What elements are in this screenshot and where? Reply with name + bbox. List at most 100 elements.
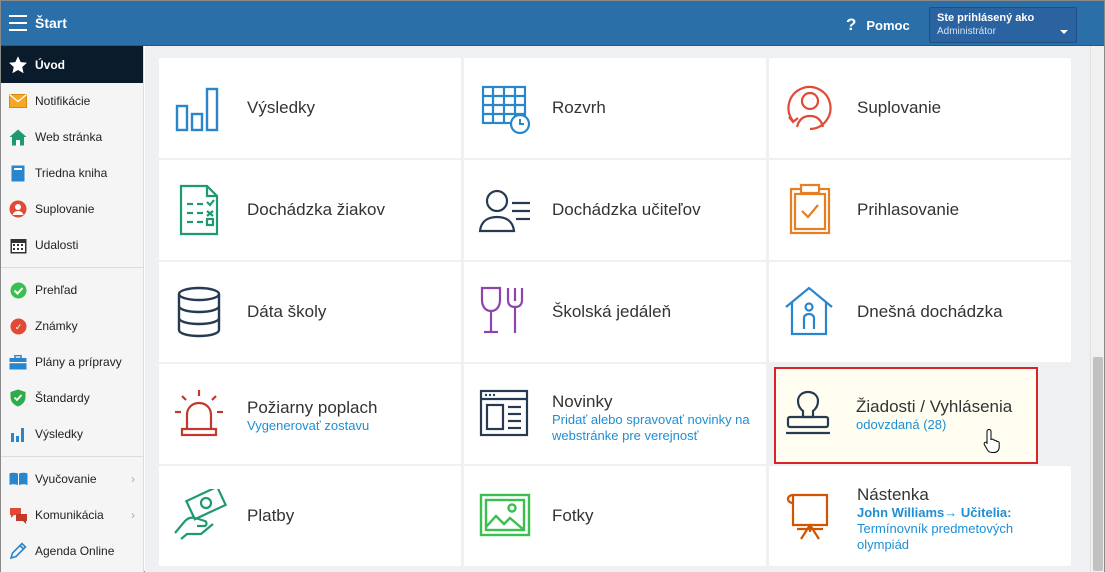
hand-money-icon: [174, 489, 227, 540]
tile-label: Požiarny poplach: [247, 398, 378, 417]
sidebar-item-label: Komunikácia: [35, 508, 104, 522]
question-mark-icon: ?: [846, 15, 857, 34]
post-title-link[interactable]: Termínovník predmetových olympiád: [857, 521, 1057, 553]
school-house-person-icon: [785, 286, 833, 336]
tile-label: Fotky: [552, 506, 594, 525]
manage-news-link[interactable]: Pridať alebo spravovať novinky na webstr…: [552, 412, 762, 444]
check-circle-icon: [8, 280, 28, 300]
hamburger-menu-icon[interactable]: [9, 15, 27, 31]
sidebar-item-label: Vyučovanie: [35, 472, 97, 486]
bar-chart-icon: [8, 424, 28, 444]
teacher-list-icon: [478, 189, 530, 233]
calendar-icon: [8, 235, 28, 255]
sidebar-item-label: Známky: [35, 319, 78, 333]
tile-novinky[interactable]: Novinky Pridať alebo spravovať novinky n…: [464, 364, 766, 464]
envelope-icon: [8, 91, 28, 111]
sidebar-item-udalosti[interactable]: Udalosti: [1, 227, 143, 263]
bar-chart-icon: [175, 87, 219, 132]
vertical-scrollbar[interactable]: [1090, 46, 1104, 572]
top-bar: Štart ? Pomoc Ste prihlásený ako Adminis…: [1, 1, 1104, 46]
tile-dochadzka-ziakov[interactable]: Dochádzka žiakov: [159, 160, 461, 260]
tile-skolska-jedalen[interactable]: Školská jedáleň: [464, 262, 766, 362]
sidebar-item-uvod[interactable]: Úvod: [1, 46, 143, 83]
help-link[interactable]: ? Pomoc: [846, 15, 910, 35]
tile-label: Prihlasovanie: [857, 200, 960, 219]
main-content: Výsledky Rozvrh Suplovanie Dochádzka žia…: [145, 46, 1090, 572]
alarm-siren-icon: [175, 390, 223, 437]
tile-label: Dochádzka žiakov: [247, 200, 385, 219]
glass-fork-icon: [480, 286, 524, 334]
sidebar-item-standardy[interactable]: Štandardy: [1, 380, 143, 416]
tile-label: Rozvrh: [552, 98, 606, 117]
sidebar-item-label: Plány a prípravy: [35, 355, 122, 369]
chevron-right-icon: ›: [131, 472, 135, 486]
tile-dochadzka-ucitelov[interactable]: Dochádzka učiteľov: [464, 160, 766, 260]
sidebar-item-komunikacia[interactable]: Komunikácia ›: [1, 497, 143, 533]
sidebar-item-label: Udalosti: [35, 238, 79, 252]
book-icon: [8, 163, 28, 183]
sidebar-item-label: Triedna kniha: [35, 166, 108, 180]
house-icon: [8, 127, 28, 147]
tile-label: Dáta školy: [247, 302, 327, 321]
tile-label: Školská jedáleň: [552, 302, 672, 321]
user-menu[interactable]: Ste prihlásený ako Administrátor: [929, 7, 1077, 43]
sidebar-item-vysledky[interactable]: Výsledky: [1, 416, 143, 452]
sidebar-item-label: Agenda Online: [35, 544, 115, 558]
svg-text:✓: ✓: [14, 323, 22, 333]
sidebar-item-triedna-kniha[interactable]: Triedna kniha: [1, 155, 143, 191]
timetable-icon: [481, 85, 531, 135]
sidebar-divider: [1, 267, 143, 268]
sidebar-item-label: Štandardy: [35, 391, 90, 405]
tile-dnesna-dochadzka[interactable]: Dnešná dochádzka: [769, 262, 1071, 362]
sidebar-item-label: Suplovanie: [35, 202, 95, 216]
app-title[interactable]: Štart: [35, 15, 67, 31]
tile-label: Suplovanie: [857, 98, 942, 117]
tile-label: Žiadosti / Vyhlásenia: [856, 397, 1013, 416]
database-icon: [177, 286, 221, 338]
tile-vysledky[interactable]: Výsledky: [159, 58, 461, 158]
tile-data-skoly[interactable]: Dáta školy: [159, 262, 461, 362]
tile-platby[interactable]: Platby: [159, 466, 461, 566]
scrollbar-thumb[interactable]: [1093, 357, 1103, 571]
open-book-icon: [8, 469, 28, 489]
sidebar-item-vyucovanie[interactable]: Vyučovanie ›: [1, 461, 143, 497]
tile-label: Nástenka: [857, 485, 929, 504]
tile-suplovanie[interactable]: Suplovanie: [769, 58, 1071, 158]
sidebar-item-agenda-online[interactable]: Agenda Online: [1, 533, 143, 569]
briefcase-icon: [8, 352, 28, 372]
user-label: Ste prihlásený ako: [937, 12, 1035, 24]
stamp-icon: [786, 390, 830, 435]
tile-label: Platby: [247, 506, 295, 525]
sidebar-item-prehlad[interactable]: Prehľad: [1, 272, 143, 308]
sidebar: Úvod Notifikácie Web stránka Triedna kni…: [1, 46, 144, 572]
tile-label: Novinky: [552, 392, 613, 411]
generate-report-link[interactable]: Vygenerovať zostavu: [247, 418, 377, 434]
sidebar-item-suplovanie[interactable]: Suplovanie: [1, 191, 143, 227]
tile-fotky[interactable]: Fotky: [464, 466, 766, 566]
grade-icon: ✓: [8, 316, 28, 336]
attendance-sheet-icon: [179, 184, 219, 236]
shield-icon: [8, 388, 28, 408]
person-icon: [8, 199, 28, 219]
tile-nastenka[interactable]: Nástenka John Williams→ Učitelia: Termín…: [769, 466, 1071, 566]
sidebar-item-notifikacie[interactable]: Notifikácie: [1, 83, 143, 119]
sidebar-item-label: Notifikácie: [35, 94, 91, 108]
chevron-down-icon: [1060, 30, 1068, 34]
tile-rozvrh[interactable]: Rozvrh: [464, 58, 766, 158]
sidebar-item-znamky[interactable]: ✓ Známky: [1, 308, 143, 344]
sidebar-item-plany[interactable]: Plány a prípravy: [1, 344, 143, 380]
sidebar-item-label: Úvod: [35, 57, 65, 72]
chat-icon: [8, 505, 28, 525]
post-author[interactable]: John Williams→ Učitelia:: [857, 505, 1057, 521]
chevron-right-icon: ›: [131, 508, 135, 522]
photo-icon: [479, 493, 531, 537]
tile-poziarny-poplach[interactable]: Požiarny poplach Vygenerovať zostavu: [159, 364, 461, 464]
tile-label: Dochádzka učiteľov: [552, 200, 701, 219]
sidebar-item-label: Prehľad: [35, 283, 78, 297]
sidebar-item-web-stranka[interactable]: Web stránka: [1, 119, 143, 155]
user-name: Administrátor: [937, 26, 996, 37]
star-icon: [8, 55, 28, 75]
tile-prihlasovanie[interactable]: Prihlasovanie: [769, 160, 1071, 260]
tile-label: Výsledky: [247, 98, 316, 117]
clipboard-check-icon: [789, 183, 831, 235]
